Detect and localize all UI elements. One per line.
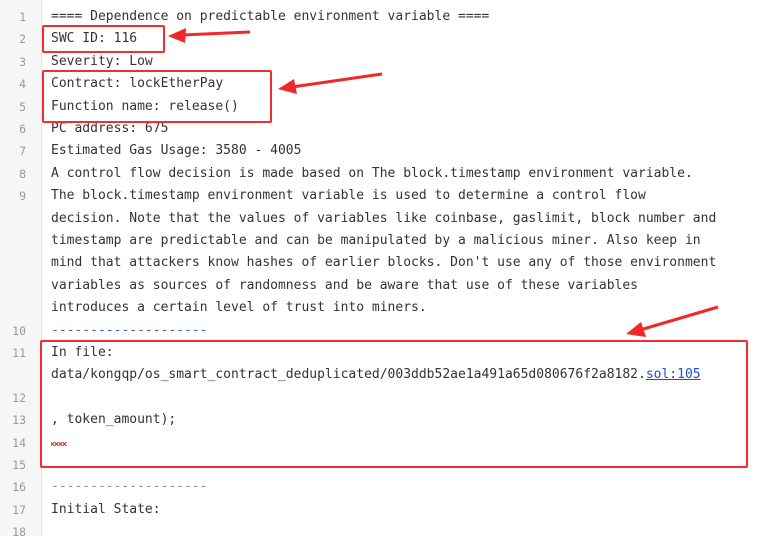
annotation-arrows bbox=[168, 28, 719, 337]
arrow-icon bbox=[626, 305, 719, 337]
arrow-icon bbox=[278, 72, 383, 94]
arrow-icon bbox=[168, 28, 251, 43]
